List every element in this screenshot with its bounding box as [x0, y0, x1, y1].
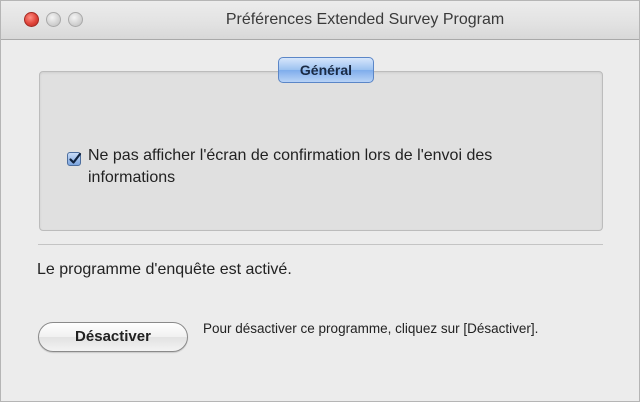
title-bar[interactable]: Préférences Extended Survey Program — [1, 1, 639, 40]
deactivate-button[interactable]: Désactiver — [38, 322, 188, 352]
suppress-confirmation-label[interactable]: Ne pas afficher l'écran de confirmation … — [88, 145, 568, 189]
suppress-confirmation-checkbox[interactable] — [67, 152, 82, 166]
tab-general[interactable]: Général — [278, 57, 374, 83]
window-title: Préférences Extended Survey Program — [225, 11, 505, 28]
preferences-window: Préférences Extended Survey Program Géné… — [0, 0, 640, 402]
zoom-button[interactable] — [68, 12, 83, 27]
separator — [38, 244, 603, 245]
status-text: Le programme d'enquête est activé. — [37, 261, 292, 278]
checkmark-icon — [69, 152, 82, 164]
deactivate-hint: Pour désactiver ce programme, cliquez su… — [203, 321, 539, 336]
close-button[interactable] — [24, 12, 39, 27]
minimize-button[interactable] — [46, 12, 61, 27]
